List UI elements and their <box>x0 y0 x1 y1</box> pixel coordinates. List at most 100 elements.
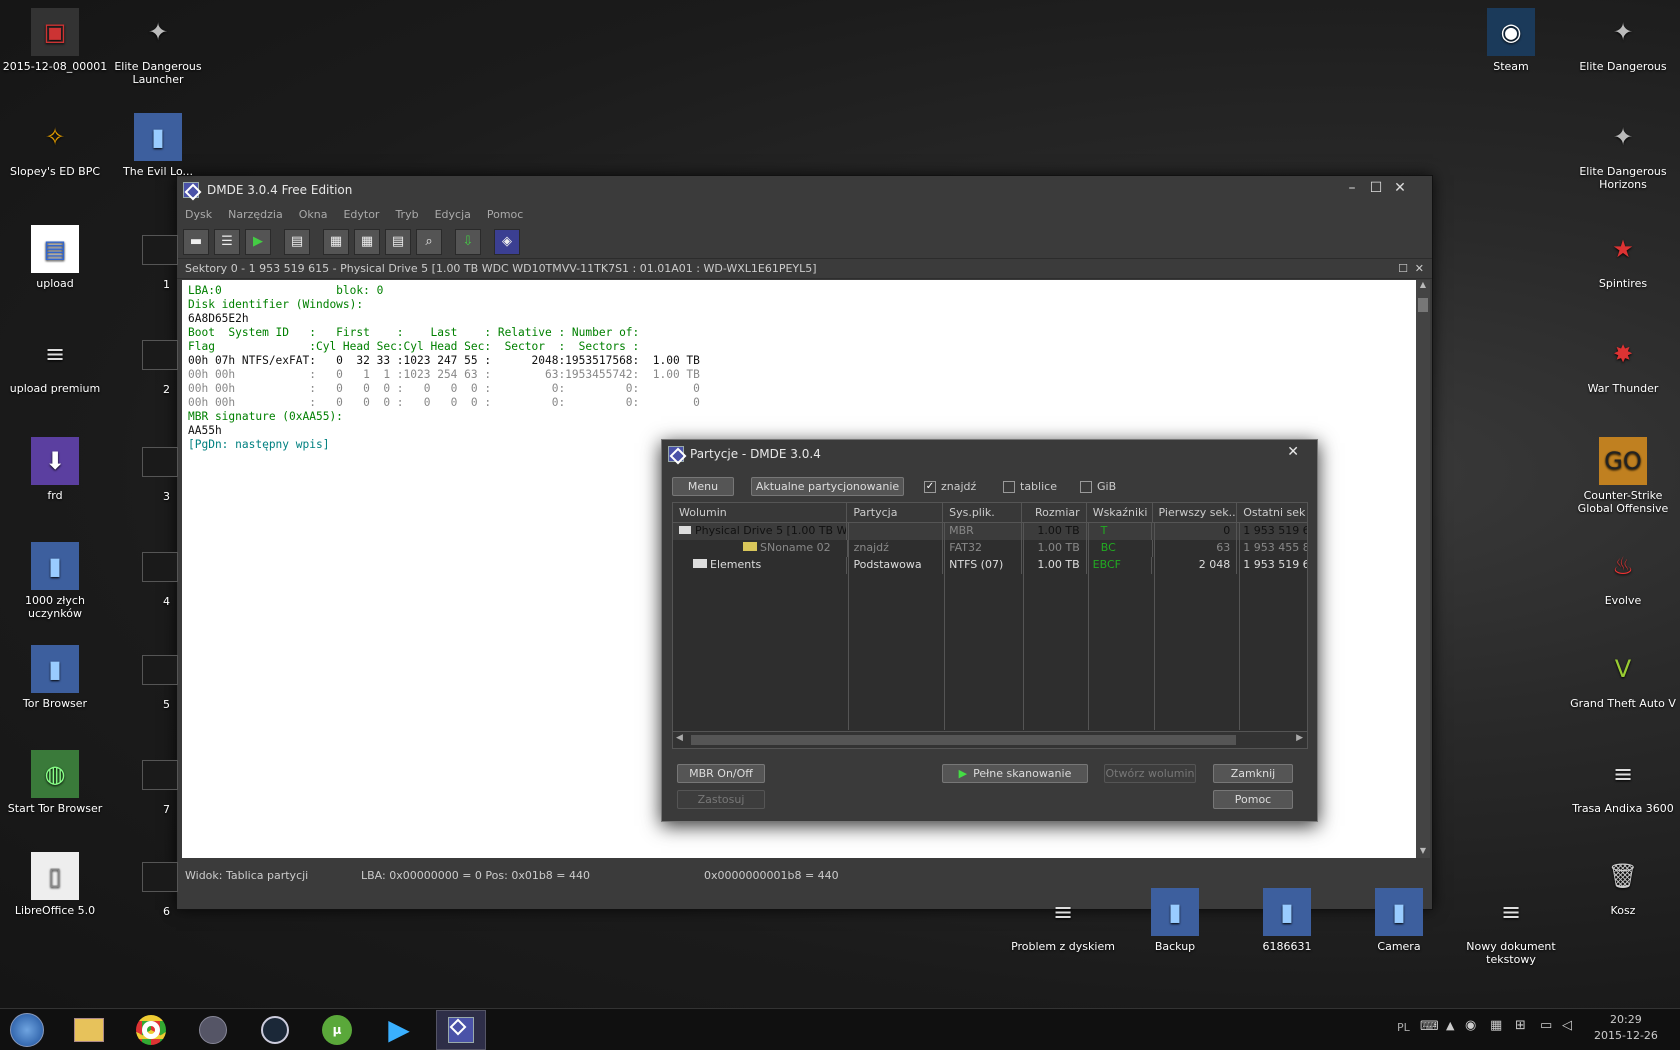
current-partitioning-button[interactable]: Aktualne partycjonowanie <box>751 477 904 496</box>
menu-button[interactable]: Menu <box>672 477 734 496</box>
start-icon[interactable] <box>2 1010 52 1050</box>
bottom-desktop-item[interactable]: ▮ 6186631 <box>1232 888 1342 953</box>
editor-scrollbar[interactable]: ▲ ▼ <box>1416 280 1430 858</box>
right-desktop-item[interactable]: 🗑 Kosz <box>1568 852 1678 918</box>
left-desktop-item[interactable]: ⬇ frd <box>0 437 110 502</box>
dmde-prev-icon[interactable] <box>188 1010 238 1050</box>
bottom-desktop-item[interactable]: ≡ Nowy dokument tekstowy <box>1456 888 1566 967</box>
left-desktop-item[interactable]: ≡ upload premium <box>0 330 110 396</box>
right-desktop-item[interactable]: ◉ Steam <box>1456 8 1566 73</box>
col-last-sector[interactable]: Ostatni sek <box>1237 503 1307 522</box>
col-partition[interactable]: Partycja <box>847 503 944 522</box>
right-desktop-item[interactable]: ✦ Elite Dangerous Horizons <box>1568 113 1678 192</box>
action-center-icon[interactable]: ▭ <box>1540 1018 1552 1033</box>
thumb-icon[interactable] <box>142 447 178 477</box>
tables-check-box[interactable] <box>1003 480 1015 493</box>
clock-time[interactable]: 20:29 <box>1610 1013 1642 1026</box>
thumb-icon[interactable] <box>142 552 178 582</box>
left-desktop-item[interactable]: ▮ The Evil Lo... <box>108 113 208 178</box>
menu-tryb[interactable]: Tryb <box>395 208 418 221</box>
right-desktop-item[interactable]: ≡ Trasa Andixa 3600 <box>1568 750 1678 816</box>
left-desktop-item[interactable]: ◍ Start Tor Browser <box>0 750 110 815</box>
left-desktop-item[interactable]: ▯ LibreOffice 5.0 <box>0 852 110 917</box>
help-button[interactable]: Pomoc <box>1213 790 1293 809</box>
col-filesystem[interactable]: Sys.plik. <box>943 503 1022 522</box>
col-first-sector[interactable]: Pierwszy sek... <box>1153 503 1238 522</box>
thumb-icon[interactable] <box>142 760 178 790</box>
play-icon[interactable]: ▶ <box>245 228 271 255</box>
right-desktop-item[interactable]: ★ Spintires <box>1568 225 1678 291</box>
scroll-down-icon[interactable]: ▼ <box>1416 846 1430 858</box>
windows-icon[interactable]: ⊞ <box>1515 1018 1526 1033</box>
thumb-icon[interactable] <box>142 655 178 685</box>
partitions-table[interactable]: Wolumin Partycja Sys.plik. Rozmiar Wskaź… <box>672 502 1308 749</box>
menu-dysk[interactable]: Dysk <box>185 208 212 221</box>
drive-icon[interactable]: ▬ <box>183 228 209 255</box>
left-desktop-item[interactable]: ✦ Elite Dangerous Launcher <box>108 8 208 87</box>
table-row[interactable]: Elements Podstawowa NTFS (07) 1.00 TB EB… <box>673 557 1307 574</box>
dialog-close-icon[interactable]: ✕ <box>1287 444 1299 460</box>
panel-close-icon[interactable]: ✕ <box>1415 262 1424 275</box>
steam-icon[interactable] <box>250 1010 300 1050</box>
right-desktop-item[interactable]: GO Counter-Strike Global Offensive <box>1568 437 1678 515</box>
tables-checkbox[interactable]: tablice <box>1003 480 1057 493</box>
scroll-left-icon[interactable]: ◀ <box>676 733 683 743</box>
menu-edytor[interactable]: Edytor <box>343 208 379 221</box>
close-button[interactable]: Zamknij <box>1213 764 1293 783</box>
left-desktop-item[interactable]: ▤ upload <box>0 225 110 290</box>
gib-checkbox[interactable]: GiB <box>1080 480 1116 493</box>
right-desktop-item[interactable]: ♨ Evolve <box>1568 542 1678 608</box>
dmde-tool-icon[interactable]: ◈ <box>494 228 520 255</box>
chrome-icon[interactable] <box>126 1010 176 1050</box>
partitions-icon[interactable]: ☰ <box>214 228 240 255</box>
dmde-icon[interactable] <box>436 1009 486 1050</box>
bottom-desktop-item[interactable]: ≡ Problem z dyskiem <box>1008 888 1118 954</box>
view-details-icon[interactable]: ▦ <box>354 228 380 255</box>
menu-pomoc[interactable]: Pomoc <box>487 208 523 221</box>
left-desktop-item[interactable]: ▮ 1000 złych uczynków <box>0 542 110 620</box>
bottom-desktop-item[interactable]: ▮ Backup <box>1120 888 1230 953</box>
thumb-icon[interactable] <box>142 340 178 370</box>
left-desktop-item[interactable]: ✧ Slopey's ED BPC <box>0 113 110 179</box>
clock-date[interactable]: 2015-12-26 <box>1594 1029 1658 1042</box>
explorer-icon[interactable] <box>64 1010 114 1050</box>
search-icon[interactable]: ⌕ <box>416 228 442 255</box>
table-hscrollbar[interactable]: ◀ ▶ <box>673 731 1307 748</box>
volume-icon[interactable]: ◁ <box>1562 1018 1572 1033</box>
view-list-icon[interactable]: ▦ <box>323 228 349 255</box>
keyboard-icon[interactable]: ⌨ <box>1420 1019 1439 1034</box>
menu-narzedzia[interactable]: Narzędzia <box>228 208 283 221</box>
find-check-box[interactable]: ✓ <box>924 480 936 493</box>
thumb-icon[interactable] <box>142 862 178 892</box>
media-icon[interactable]: ▶ <box>374 1010 424 1050</box>
gib-check-box[interactable] <box>1080 480 1092 493</box>
copy-icon[interactable]: ⇩ <box>455 228 481 255</box>
hscroll-thumb[interactable] <box>691 735 1236 745</box>
col-flags[interactable]: Wskaźniki <box>1087 503 1153 522</box>
steam-tray-icon[interactable]: ◉ <box>1465 1018 1476 1033</box>
mbr-onoff-button[interactable]: MBR On/Off <box>677 764 765 783</box>
right-desktop-item[interactable]: ✦ Elite Dangerous <box>1568 8 1678 74</box>
col-size[interactable]: Rozmiar <box>1022 503 1087 522</box>
maximize-icon[interactable]: ☐ <box>1366 180 1386 196</box>
panel-maximize-icon[interactable]: ☐ <box>1398 262 1408 275</box>
view-hex-icon[interactable]: ▤ <box>385 228 411 255</box>
utorrent-icon[interactable]: µ <box>312 1010 362 1050</box>
col-volume[interactable]: Wolumin <box>673 503 848 522</box>
table-row[interactable]: Physical Drive 5 [1.00 TB W... MBR 1.00 … <box>673 523 1307 540</box>
new-document-icon[interactable]: ▤ <box>284 228 310 255</box>
tray-arrow-icon[interactable]: ▲ <box>1446 1019 1454 1032</box>
full-scan-button[interactable]: ▶ Pełne skanowanie <box>942 764 1088 783</box>
network-icon[interactable]: ▦ <box>1490 1018 1502 1033</box>
table-row[interactable]: SNoname 02 znajdź FAT32 1.00 TB BC 63 1 … <box>673 540 1307 557</box>
menu-edycja[interactable]: Edycja <box>435 208 471 221</box>
minimize-icon[interactable]: – <box>1342 180 1362 196</box>
left-desktop-item[interactable]: ▮ Tor Browser <box>0 645 110 710</box>
apply-button[interactable]: Zastosuj <box>677 790 765 809</box>
scroll-up-icon[interactable]: ▲ <box>1416 280 1430 292</box>
scroll-right-icon[interactable]: ▶ <box>1296 733 1303 743</box>
scroll-thumb[interactable] <box>1418 298 1428 312</box>
thumb-icon[interactable] <box>142 235 178 265</box>
language-indicator[interactable]: PL <box>1397 1021 1410 1034</box>
menu-okna[interactable]: Okna <box>299 208 328 221</box>
